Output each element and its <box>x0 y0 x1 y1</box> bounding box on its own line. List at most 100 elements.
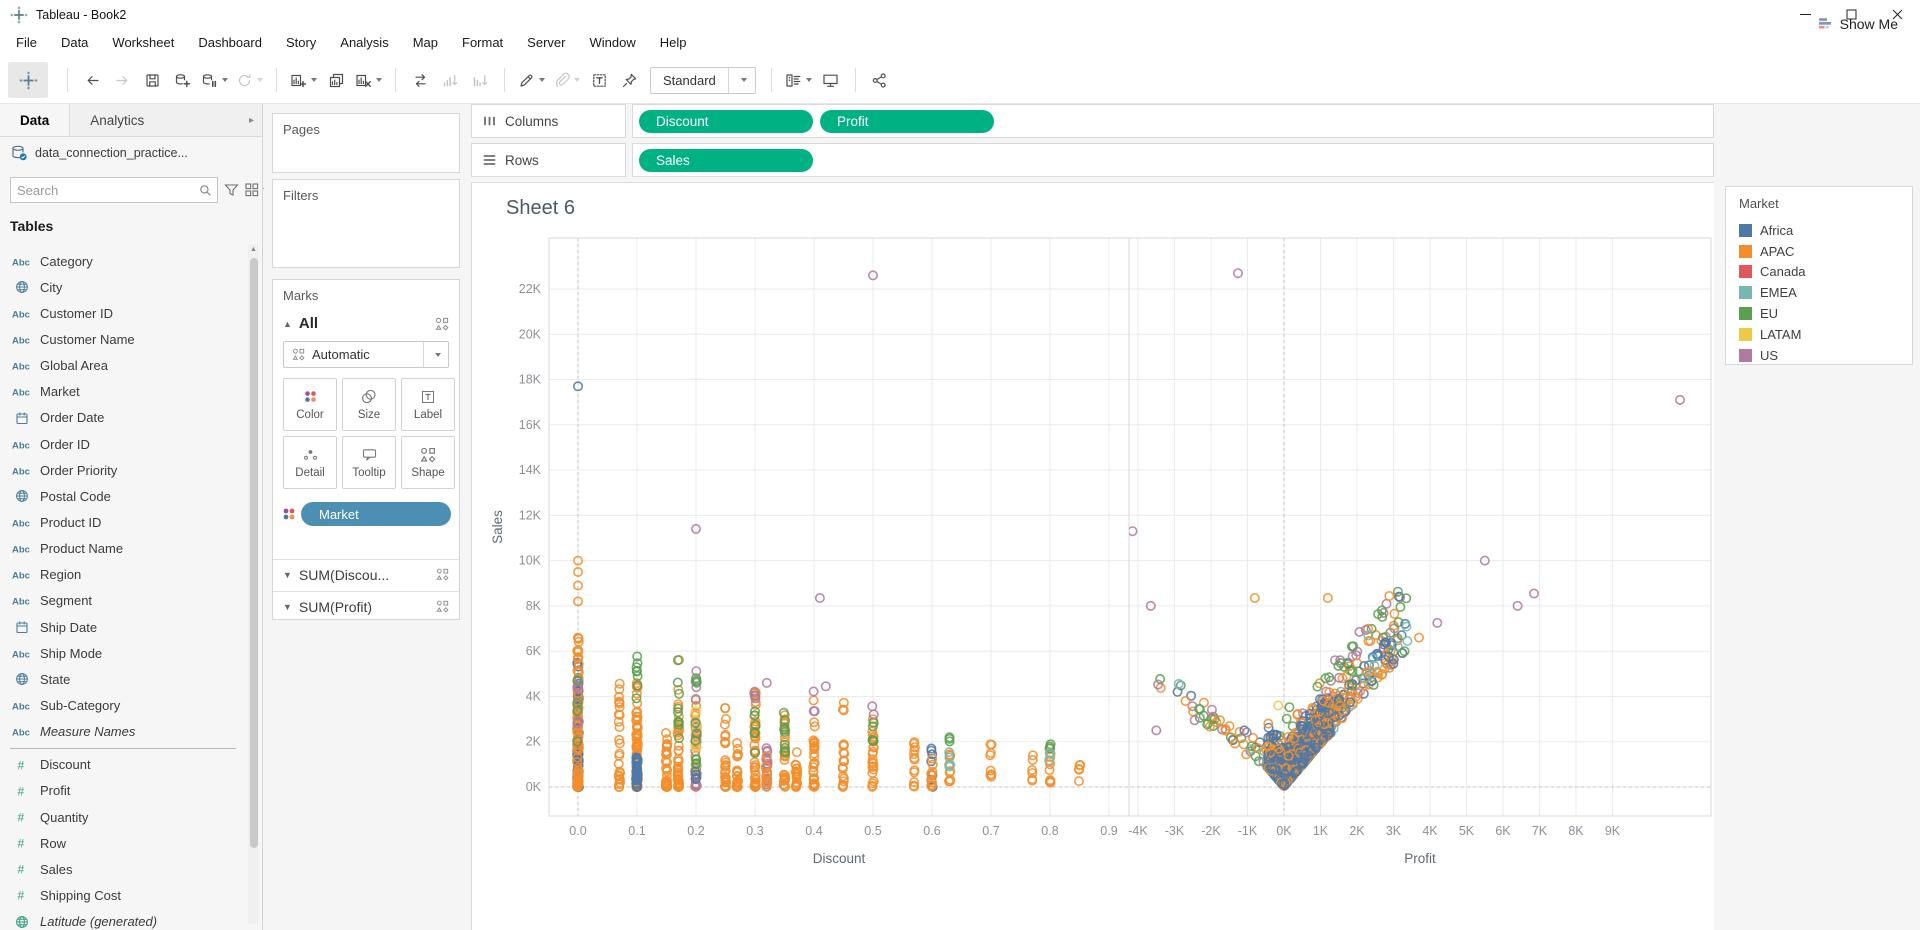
columns-shelf[interactable]: Discount Profit <box>632 104 1714 138</box>
refresh-data-button[interactable] <box>232 62 267 98</box>
legend-item-latam[interactable]: LATAM <box>1739 324 1912 345</box>
tab-analytics[interactable]: Analytics <box>70 104 164 136</box>
pane-options-icon[interactable]: ▸ <box>241 104 262 136</box>
fields-scrollbar[interactable]: ▲ <box>248 244 259 924</box>
field-latitude-generated-[interactable]: Latitude (generated) <box>0 909 246 930</box>
field-discount[interactable]: #Discount <box>0 752 246 778</box>
menu-data[interactable]: Data <box>49 29 100 57</box>
field-segment[interactable]: AbcSegment <box>0 588 246 614</box>
menu-map[interactable]: Map <box>401 29 450 57</box>
color-button[interactable]: Color <box>283 378 337 431</box>
undo-button[interactable] <box>77 62 107 98</box>
field-customer-id[interactable]: AbcCustomer ID <box>0 300 246 326</box>
menu-worksheet[interactable]: Worksheet <box>100 29 186 57</box>
data-source-item[interactable]: data_connection_practice... <box>0 137 262 168</box>
cards-pane: Pages Filters Marks ▲ All Automatic Colo… <box>264 104 471 930</box>
sort-ascending-button[interactable] <box>435 62 465 98</box>
menu-story[interactable]: Story <box>274 29 328 57</box>
svg-text:2K: 2K <box>1349 824 1365 838</box>
worksheet-view[interactable]: Sheet 6 0K2K4K6K8K10K12K14K16K18K20K22K0… <box>471 182 1714 930</box>
field-market[interactable]: AbcMarket <box>0 379 246 405</box>
show-hide-cards-button[interactable] <box>781 62 816 98</box>
field-product-name[interactable]: AbcProduct Name <box>0 536 246 562</box>
add-data-source-button[interactable] <box>167 62 197 98</box>
field-ship-date[interactable]: Ship Date <box>0 614 246 640</box>
field-sales[interactable]: #Sales <box>0 856 246 882</box>
marks-card-sum-profit[interactable]: ▼ SUM(Profit) <box>273 591 459 621</box>
menu-dashboard[interactable]: Dashboard <box>186 29 274 57</box>
filter-fields-icon[interactable] <box>224 183 239 197</box>
new-worksheet-button[interactable] <box>286 62 321 98</box>
legend-item-africa[interactable]: Africa <box>1739 220 1912 241</box>
redo-button[interactable] <box>107 62 137 98</box>
legend-item-us[interactable]: US <box>1739 345 1912 366</box>
marks-all-header[interactable]: ▲ All <box>283 315 449 332</box>
field-customer-name[interactable]: AbcCustomer Name <box>0 326 246 352</box>
field-state[interactable]: State <box>0 666 246 692</box>
fit-dropdown-caret[interactable] <box>728 68 755 93</box>
show-me-button[interactable]: Show Me <box>1817 0 1898 47</box>
tableau-logo-button[interactable] <box>8 62 48 98</box>
duplicate-sheet-button[interactable] <box>321 62 351 98</box>
field-order-priority[interactable]: AbcOrder Priority <box>0 457 246 483</box>
filters-shelf[interactable]: Filters <box>272 179 460 268</box>
marks-card-sum-discount[interactable]: ▼ SUM(Discou... <box>273 559 459 589</box>
show-mark-labels-button[interactable] <box>584 62 614 98</box>
tooltip-button[interactable]: Tooltip <box>342 436 396 489</box>
sales-pill[interactable]: Sales <box>639 149 813 172</box>
field-order-id[interactable]: AbcOrder ID <box>0 431 246 457</box>
field-category[interactable]: AbcCategory <box>0 248 246 274</box>
field-global-area[interactable]: AbcGlobal Area <box>0 353 246 379</box>
rows-shelf[interactable]: Sales <box>632 143 1714 177</box>
highlight-button[interactable] <box>514 62 549 98</box>
field-label: Row <box>40 836 66 851</box>
scrollbar-up-arrow[interactable]: ▲ <box>248 244 259 256</box>
discount-pill[interactable]: Discount <box>639 110 813 133</box>
label-button[interactable]: Label <box>401 378 455 431</box>
legend-item-apac[interactable]: APAC <box>1739 241 1912 262</box>
presentation-mode-button[interactable] <box>816 62 846 98</box>
field-postal-code[interactable]: Postal Code <box>0 483 246 509</box>
swap-rows-columns-button[interactable] <box>405 62 435 98</box>
tab-data[interactable]: Data <box>0 104 70 136</box>
legend-item-eu[interactable]: EU <box>1739 303 1912 324</box>
pages-shelf[interactable]: Pages <box>272 113 460 173</box>
legend-item-canada[interactable]: Canada <box>1739 262 1912 283</box>
legend-item-emea[interactable]: EMEA <box>1739 282 1912 303</box>
field-city[interactable]: City <box>0 274 246 300</box>
mark-type-caret[interactable] <box>423 342 448 367</box>
detail-button[interactable]: Detail <box>283 436 337 489</box>
market-color-pill[interactable]: Market <box>301 502 451 526</box>
save-button[interactable] <box>137 62 167 98</box>
field-profit[interactable]: #Profit <box>0 778 246 804</box>
field-sub-category[interactable]: AbcSub-Category <box>0 692 246 718</box>
field-row[interactable]: #Row <box>0 830 246 856</box>
clear-sheet-button[interactable] <box>351 62 386 98</box>
menu-window[interactable]: Window <box>577 29 647 57</box>
menu-server[interactable]: Server <box>515 29 577 57</box>
fit-dropdown[interactable]: Standard <box>650 67 756 94</box>
group-members-button[interactable] <box>549 62 584 98</box>
field-shipping-cost[interactable]: #Shipping Cost <box>0 882 246 908</box>
menu-analysis[interactable]: Analysis <box>328 29 400 57</box>
profit-pill[interactable]: Profit <box>820 110 994 133</box>
shape-button[interactable]: Shape <box>401 436 455 489</box>
menu-help[interactable]: Help <box>648 29 699 57</box>
mark-type-dropdown[interactable]: Automatic <box>283 341 449 368</box>
share-workbook-button[interactable] <box>865 62 895 98</box>
field-region[interactable]: AbcRegion <box>0 562 246 588</box>
field-measure-names[interactable]: AbcMeasure Names <box>0 719 246 745</box>
field-quantity[interactable]: #Quantity <box>0 804 246 830</box>
pause-auto-updates-button[interactable] <box>197 62 232 98</box>
search-input[interactable] <box>11 183 199 198</box>
scatter-chart[interactable]: 0K2K4K6K8K10K12K14K16K18K20K22K0.00.10.2… <box>472 183 1715 930</box>
menu-format[interactable]: Format <box>450 29 515 57</box>
menu-file[interactable]: File <box>4 29 49 57</box>
field-order-date[interactable]: Order Date <box>0 405 246 431</box>
size-button[interactable]: Size <box>342 378 396 431</box>
fix-axes-button[interactable] <box>614 62 644 98</box>
field-product-id[interactable]: AbcProduct ID <box>0 509 246 535</box>
scrollbar-thumb[interactable] <box>250 258 258 848</box>
field-ship-mode[interactable]: AbcShip Mode <box>0 640 246 666</box>
sort-descending-button[interactable] <box>465 62 495 98</box>
